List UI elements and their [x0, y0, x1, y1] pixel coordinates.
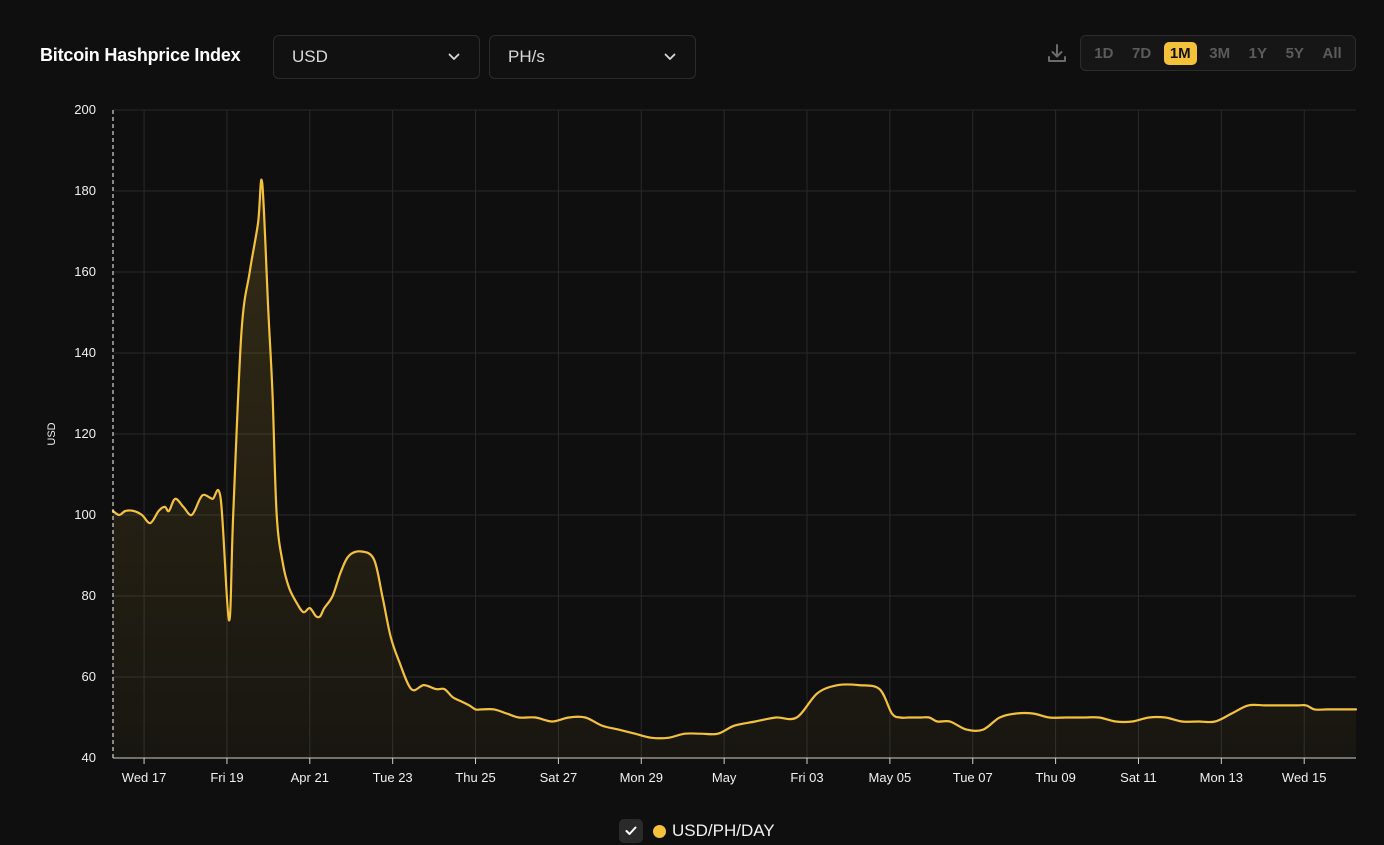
- x-tick-label: Tue 07: [953, 770, 993, 785]
- legend-item[interactable]: USD/PH/DAY: [619, 818, 775, 844]
- y-tick-label: 80: [82, 588, 96, 603]
- x-tick-label: Mon 13: [1200, 770, 1243, 785]
- y-tick-label: 200: [74, 102, 96, 117]
- y-axis-label: USD: [46, 422, 58, 445]
- legend-label: USD/PH/DAY: [672, 821, 775, 840]
- x-tick-label: Mon 29: [620, 770, 663, 785]
- x-tick-label: Wed 17: [122, 770, 167, 785]
- x-tick-label: Sat 27: [540, 770, 578, 785]
- checkbox-icon[interactable]: [619, 819, 643, 843]
- x-tick-label: Thu 25: [455, 770, 495, 785]
- x-tick-label: Fri 19: [210, 770, 243, 785]
- y-tick-label: 120: [74, 426, 96, 441]
- y-tick-label: 40: [82, 750, 96, 765]
- y-tick-label: 100: [74, 507, 96, 522]
- x-axis-ticks: Wed 17 Fri 19 Apr 21 Tue 23 Thu 25 Sat 27 Mon …: [113, 757, 1356, 785]
- x-tick-label: Sat 11: [1120, 770, 1157, 785]
- series-area: [113, 179, 1356, 758]
- y-axis-ticks: 40 60 80 100 120 140 160 180 200: [74, 102, 96, 765]
- hashprice-chart-page: Bitcoin Hashprice Index USD PH/s 1D 7D 1M 3…: [0, 0, 1384, 845]
- x-tick-label: May: [712, 770, 737, 785]
- y-tick-label: 60: [82, 669, 96, 684]
- x-tick-label: May 05: [869, 770, 912, 785]
- y-tick-label: 180: [74, 183, 96, 198]
- x-tick-label: Apr 21: [291, 770, 329, 785]
- y-tick-label: 140: [74, 345, 96, 360]
- legend-color-dot: [653, 824, 666, 838]
- x-tick-label: Fri 03: [790, 770, 823, 785]
- x-tick-label: Thu 09: [1035, 770, 1075, 785]
- hashprice-chart: 40 60 80 100 120 140 160 180 200 Wed 17 Fri 19 Apr…: [46, 102, 1358, 785]
- y-tick-label: 160: [74, 264, 96, 279]
- x-tick-label: Tue 23: [373, 770, 413, 785]
- x-tick-label: Wed 15: [1282, 770, 1327, 785]
